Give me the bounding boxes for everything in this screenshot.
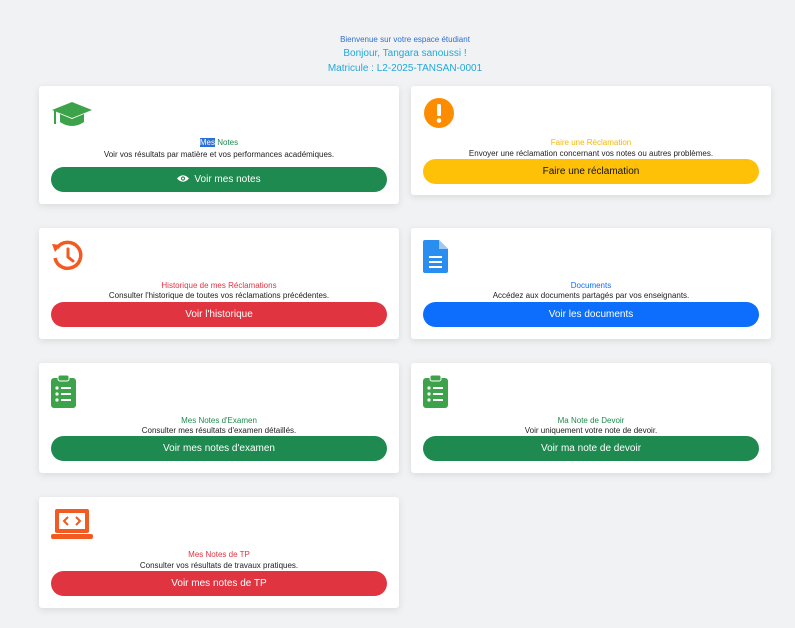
card-documents: Documents Accédez aux documents partagés… bbox=[411, 228, 771, 339]
graduation-cap-icon bbox=[51, 100, 93, 136]
card-title: Documents bbox=[570, 281, 612, 290]
laptop-code-icon bbox=[51, 508, 93, 544]
card-title: Mes Notes d'Examen bbox=[181, 416, 257, 425]
card-description: Consulter vos résultats de travaux prati… bbox=[139, 561, 299, 570]
voir-notes-tp-button[interactable]: Voir mes notes de TP bbox=[51, 571, 387, 596]
history-icon bbox=[51, 239, 93, 275]
card-description: Voir uniquement votre note de devoir. bbox=[524, 426, 658, 435]
card-reclamation: Faire une Réclamation Envoyer une réclam… bbox=[411, 86, 771, 195]
clipboard-list-icon bbox=[423, 374, 465, 411]
voir-historique-button[interactable]: Voir l'historique bbox=[51, 302, 387, 327]
voir-notes-examen-button[interactable]: Voir mes notes d'examen bbox=[51, 436, 387, 461]
greeting-text: Bonjour, Tangara sanoussi ! bbox=[343, 48, 467, 59]
card-title: Mes Notes de TP bbox=[188, 550, 250, 559]
clipboard-list-icon bbox=[51, 374, 93, 411]
matricule-text: Matricule : L2-2025-TANSAN-0001 bbox=[327, 63, 483, 74]
card-title: Historique de mes Réclamations bbox=[161, 281, 277, 290]
welcome-header: Bienvenue sur votre espace étudiant Bonj… bbox=[0, 34, 795, 76]
exclamation-circle-icon bbox=[423, 97, 465, 133]
card-description: Consulter l'historique de toutes vos réc… bbox=[108, 291, 330, 300]
card-mes-notes: Mes Notes Voir vos résultats par matière… bbox=[39, 86, 399, 204]
card-description: Envoyer une réclamation concernant vos n… bbox=[468, 149, 714, 158]
voir-note-devoir-button[interactable]: Voir ma note de devoir bbox=[423, 436, 759, 461]
voir-mes-notes-button[interactable]: Voir mes notes bbox=[51, 167, 387, 192]
button-label: Voir mes notes bbox=[194, 174, 261, 185]
faire-reclamation-button[interactable]: Faire une réclamation bbox=[423, 159, 759, 184]
card-title: Ma Note de Devoir bbox=[557, 416, 625, 425]
card-notes-examen: Mes Notes d'Examen Consulter mes résulta… bbox=[39, 363, 399, 473]
card-description: Accédez aux documents partagés par vos e… bbox=[492, 291, 690, 300]
card-title: Faire une Réclamation bbox=[550, 138, 632, 147]
document-icon bbox=[423, 240, 465, 276]
card-note-devoir: Ma Note de Devoir Voir uniquement votre … bbox=[411, 363, 771, 473]
card-title: Mes Notes bbox=[199, 138, 239, 147]
eye-icon bbox=[177, 174, 190, 186]
welcome-text: Bienvenue sur votre espace étudiant bbox=[340, 35, 470, 44]
voir-documents-button[interactable]: Voir les documents bbox=[423, 302, 759, 327]
card-description: Consulter mes résultats d'examen détaill… bbox=[141, 426, 297, 435]
card-historique: Historique de mes Réclamations Consulter… bbox=[39, 228, 399, 339]
card-notes-tp: Mes Notes de TP Consulter vos résultats … bbox=[39, 497, 399, 608]
card-description: Voir vos résultats par matière et vos pe… bbox=[103, 150, 335, 159]
